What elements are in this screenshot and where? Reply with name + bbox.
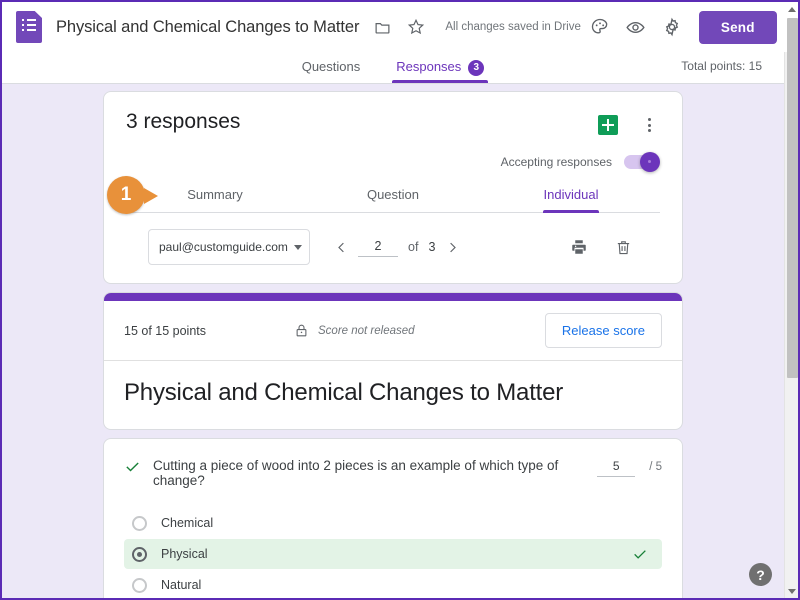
eye-icon[interactable] <box>619 10 653 44</box>
option-natural[interactable]: Natural <box>124 570 662 598</box>
question-card: Cutting a piece of wood into 2 pieces is… <box>103 438 683 598</box>
response-view-tabs: 1 Summary Question Individual <box>107 176 660 214</box>
page-of-label: of <box>408 240 419 254</box>
tab-responses[interactable]: Responses 3 <box>392 52 489 83</box>
save-status-text: All changes saved in Drive <box>445 21 581 33</box>
scrollbar-thumb[interactable] <box>787 18 798 378</box>
responses-more-icon[interactable] <box>638 111 660 139</box>
printer-icon[interactable] <box>564 232 594 262</box>
respondent-email: paul@customguide.com <box>159 240 288 254</box>
score-status-group: Score not released <box>294 323 415 338</box>
option-label: Physical <box>161 547 208 561</box>
tab-summary-label: Summary <box>187 187 243 202</box>
scroll-up-arrow[interactable] <box>785 2 798 16</box>
score-card-accent-bar <box>104 293 682 301</box>
question-score-group: / 5 <box>597 457 662 477</box>
option-label: Natural <box>161 578 202 592</box>
star-icon[interactable] <box>405 16 427 38</box>
tab-question[interactable]: Question <box>304 187 482 212</box>
tab-questions[interactable]: Questions <box>298 52 365 83</box>
form-title: Physical and Chemical Changes to Matter <box>124 379 564 406</box>
trash-icon[interactable] <box>608 232 638 262</box>
tab-questions-label: Questions <box>301 59 361 74</box>
score-release-status: Score not released <box>318 324 415 337</box>
total-points-label: Total points: 15 <box>681 59 762 73</box>
folder-icon[interactable] <box>371 16 393 38</box>
gear-icon[interactable] <box>655 10 689 44</box>
main-tabs: Questions Responses 3 <box>298 52 489 84</box>
content-area: 3 responses Accepting responses 1 Summar… <box>2 84 784 598</box>
vertical-scrollbar[interactable] <box>784 2 798 598</box>
main-tab-bar: Questions Responses 3 Total points: 15 <box>2 52 784 84</box>
lock-icon <box>294 323 309 338</box>
chevron-left-icon[interactable] <box>328 234 354 260</box>
response-pager: of 3 <box>328 234 465 260</box>
page-number-input[interactable] <box>358 237 398 257</box>
scroll-down-arrow[interactable] <box>785 584 798 598</box>
tab-question-label: Question <box>366 187 420 202</box>
send-button[interactable]: Send <box>698 10 777 44</box>
option-physical[interactable]: Physical <box>124 539 662 569</box>
tab-individual[interactable]: Individual <box>482 187 660 212</box>
question-header: Cutting a piece of wood into 2 pieces is… <box>124 457 662 488</box>
tab-individual-label: Individual <box>543 187 599 202</box>
radio-icon-selected <box>132 546 147 562</box>
google-sheets-icon[interactable] <box>598 115 618 135</box>
question-text: Cutting a piece of wood into 2 pieces is… <box>153 458 559 488</box>
response-count: 3 responses <box>126 110 241 133</box>
help-button[interactable]: ? <box>749 563 772 586</box>
option-label: Chemical <box>161 516 214 530</box>
respondent-nav-row: paul@customguide.com of 3 <box>126 213 660 283</box>
page-total: 3 <box>428 240 436 254</box>
toggle-knob <box>640 152 660 172</box>
radio-icon <box>132 577 147 593</box>
document-title[interactable]: Physical and Chemical Changes to Matter <box>56 18 359 37</box>
palette-icon[interactable] <box>583 10 617 44</box>
top-bar: Physical and Chemical Changes to Matter … <box>2 2 798 52</box>
score-points-label: 15 of 15 points <box>124 323 207 338</box>
radio-icon <box>132 515 147 531</box>
forms-logo-lines <box>22 19 36 35</box>
respondent-select[interactable]: paul@customguide.com <box>148 229 310 265</box>
accepting-responses-row: Accepting responses <box>126 152 660 172</box>
tab-summary[interactable]: Summary <box>126 187 304 212</box>
option-chemical[interactable]: Chemical <box>124 508 662 538</box>
correct-answer-check-icon <box>632 546 648 562</box>
release-score-button[interactable]: Release score <box>544 313 662 348</box>
answer-options: Chemical Physical Natural <box>124 508 662 598</box>
form-title-row: Physical and Chemical Changes to Matter <box>104 361 682 429</box>
responses-card: 3 responses Accepting responses 1 Summar… <box>103 91 683 284</box>
chevron-down-icon <box>293 244 302 250</box>
question-score-input[interactable] <box>597 457 636 477</box>
score-card: 15 of 15 points Score not released Relea… <box>103 292 683 430</box>
tab-responses-label: Responses <box>396 59 462 74</box>
check-icon <box>124 458 141 480</box>
responses-count-badge: 3 <box>468 59 485 76</box>
responses-card-header: 3 responses <box>126 110 660 139</box>
google-forms-window: Physical and Chemical Changes to Matter … <box>0 0 800 600</box>
google-forms-icon[interactable] <box>16 11 42 43</box>
question-score-max: / 5 <box>649 461 662 473</box>
accepting-responses-toggle[interactable] <box>624 152 660 172</box>
accepting-responses-label: Accepting responses <box>500 155 612 169</box>
score-summary-row: 15 of 15 points Score not released Relea… <box>104 301 682 361</box>
chevron-right-icon[interactable] <box>439 234 465 260</box>
